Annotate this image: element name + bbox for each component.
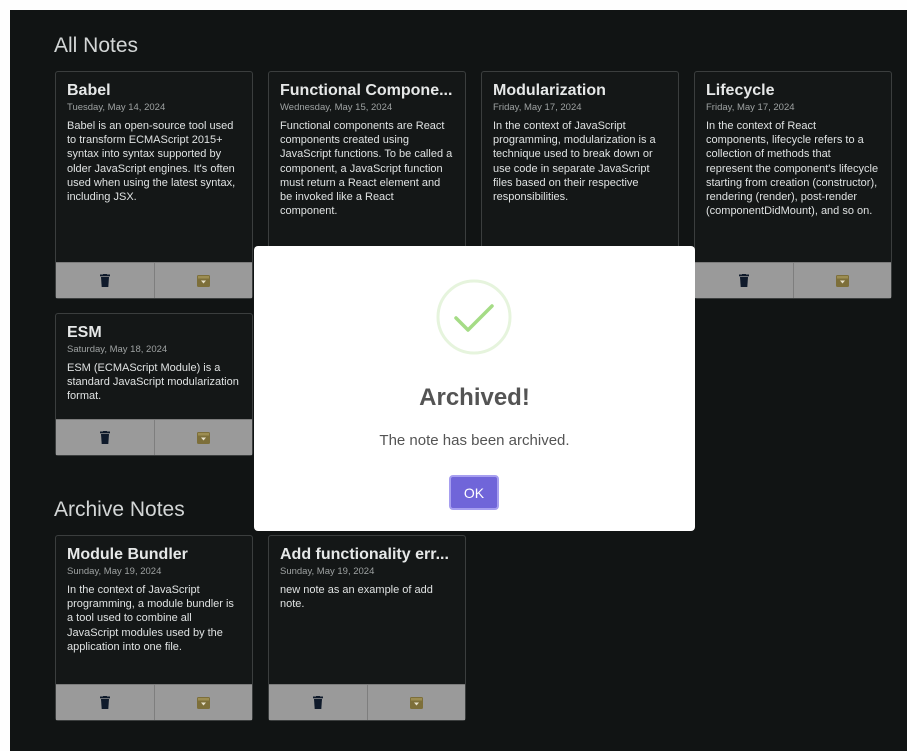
ok-button[interactable]: OK — [449, 475, 499, 510]
dialog-title: Archived! — [419, 384, 530, 411]
modal-overlay: Archived! The note has been archived. OK — [0, 0, 907, 751]
dialog-message: The note has been archived. — [379, 432, 570, 449]
archived-dialog: Archived! The note has been archived. OK — [254, 246, 695, 531]
check-circle-icon — [436, 279, 512, 355]
